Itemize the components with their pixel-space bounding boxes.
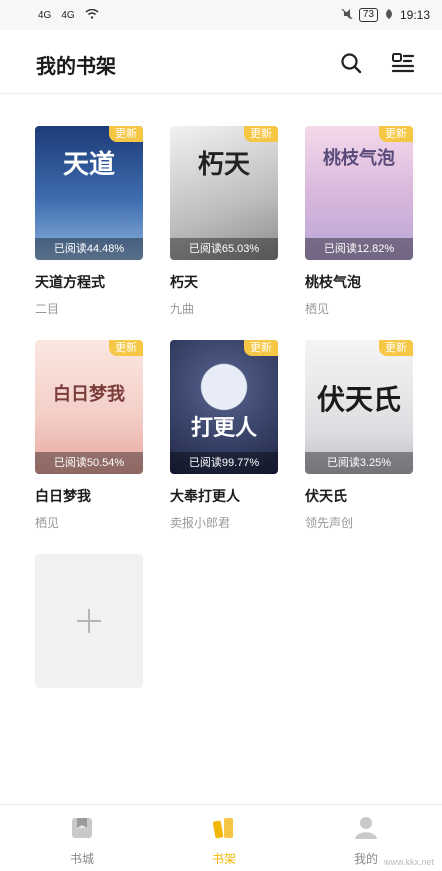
book-author: 栖见 [305, 302, 330, 316]
update-badge: 更新 [379, 340, 413, 356]
profile-icon [355, 817, 377, 839]
update-badge: 更新 [244, 126, 278, 142]
manage-button[interactable] [390, 50, 416, 76]
book-cover[interactable]: 桃枝气泡 更新 已阅读12.82% [305, 126, 413, 260]
book-author: 栖见 [35, 516, 60, 530]
tab-label: 书城 [69, 852, 94, 866]
page-title: 我的书架 [36, 56, 116, 78]
book-item[interactable]: 伏天氏 更新 已阅读3.25% 伏天氏 领先声创 [305, 340, 413, 531]
header: 我的书架 [0, 30, 442, 94]
wifi-icon [85, 8, 99, 22]
cover-title: 伏天氏 [316, 383, 401, 416]
plus-icon [77, 609, 101, 633]
cover-title: 桃枝气泡 [323, 148, 395, 169]
book-title[interactable]: 桃枝气泡 [305, 272, 413, 292]
reading-progress: 已阅读50.54% [35, 452, 143, 474]
book-item[interactable]: 天道 更新 已阅读44.48% 天道方程式 二目 [35, 126, 143, 317]
book-item[interactable]: 桃枝气泡 更新 已阅读12.82% 桃枝气泡 栖见 [305, 126, 413, 317]
bottom-tab-bar: 书城 书架 我的 www.kkx.net [0, 804, 442, 871]
mute-icon [341, 8, 353, 23]
book-title[interactable]: 天道方程式 [35, 272, 143, 292]
status-bar: 4G 4G 73 19:13 [0, 0, 442, 30]
clock-time: 19:13 [399, 8, 430, 22]
search-icon [341, 53, 362, 74]
cover-title: 天道 [62, 150, 115, 180]
status-left: 4G 4G [38, 8, 99, 22]
book-author: 九曲 [170, 302, 195, 316]
reading-progress: 已阅读12.82% [305, 238, 413, 260]
signal-icon: 4G [38, 9, 52, 21]
cover-title: 白日梦我 [53, 384, 125, 405]
update-badge: 更新 [109, 126, 143, 142]
book-cover[interactable]: 打更人 更新 已阅读99.77% [170, 340, 278, 474]
battery-indicator: 73 [358, 8, 378, 22]
book-title[interactable]: 伏天氏 [305, 486, 413, 506]
book-title[interactable]: 朽天 [170, 272, 278, 292]
update-badge: 更新 [244, 340, 278, 356]
book-title[interactable]: 白日梦我 [35, 486, 143, 506]
reading-progress: 已阅读3.25% [305, 452, 413, 474]
list-manage-icon [391, 53, 415, 73]
tab-label: 书架 [211, 852, 236, 866]
book-title[interactable]: 大奉打更人 [170, 486, 278, 506]
watermark: www.kkx.net [383, 857, 434, 867]
cover-title: 朽天 [197, 150, 250, 180]
bookshelf-icon [212, 818, 233, 839]
book-author: 二目 [35, 302, 60, 316]
update-badge: 更新 [379, 126, 413, 142]
book-item[interactable]: 打更人 更新 已阅读99.77% 大奉打更人 卖报小郎君 [170, 340, 278, 531]
update-badge: 更新 [109, 340, 143, 356]
search-button[interactable] [338, 50, 364, 76]
book-cover[interactable]: 伏天氏 更新 已阅读3.25% [305, 340, 413, 474]
book-cover[interactable]: 朽天 更新 已阅读65.03% [170, 126, 278, 260]
reading-progress: 已阅读65.03% [170, 238, 278, 260]
tab-bookstore[interactable]: 书城 [42, 815, 122, 867]
status-right: 73 19:13 [341, 8, 430, 23]
book-cover[interactable]: 天道 更新 已阅读44.48% [35, 126, 143, 260]
bookshelf-grid: 天道 更新 已阅读44.48% 天道方程式 二目 朽天 更新 已阅读65.03%… [0, 94, 442, 804]
book-item[interactable]: 白日梦我 更新 已阅读50.54% 白日梦我 栖见 [35, 340, 143, 531]
tab-bookshelf[interactable]: 书架 [184, 815, 264, 867]
reading-progress: 已阅读99.77% [170, 452, 278, 474]
signal-icon-2: 4G [61, 9, 75, 21]
add-book-button[interactable] [35, 554, 143, 688]
book-cover[interactable]: 白日梦我 更新 已阅读50.54% [35, 340, 143, 474]
book-item[interactable]: 朽天 更新 已阅读65.03% 朽天 九曲 [170, 126, 278, 317]
book-store-icon [72, 818, 92, 838]
leaf-icon [384, 8, 394, 23]
book-author: 卖报小郎君 [170, 516, 231, 530]
cover-title: 打更人 [190, 415, 257, 441]
book-author: 领先声创 [305, 516, 354, 530]
reading-progress: 已阅读44.48% [35, 238, 143, 260]
